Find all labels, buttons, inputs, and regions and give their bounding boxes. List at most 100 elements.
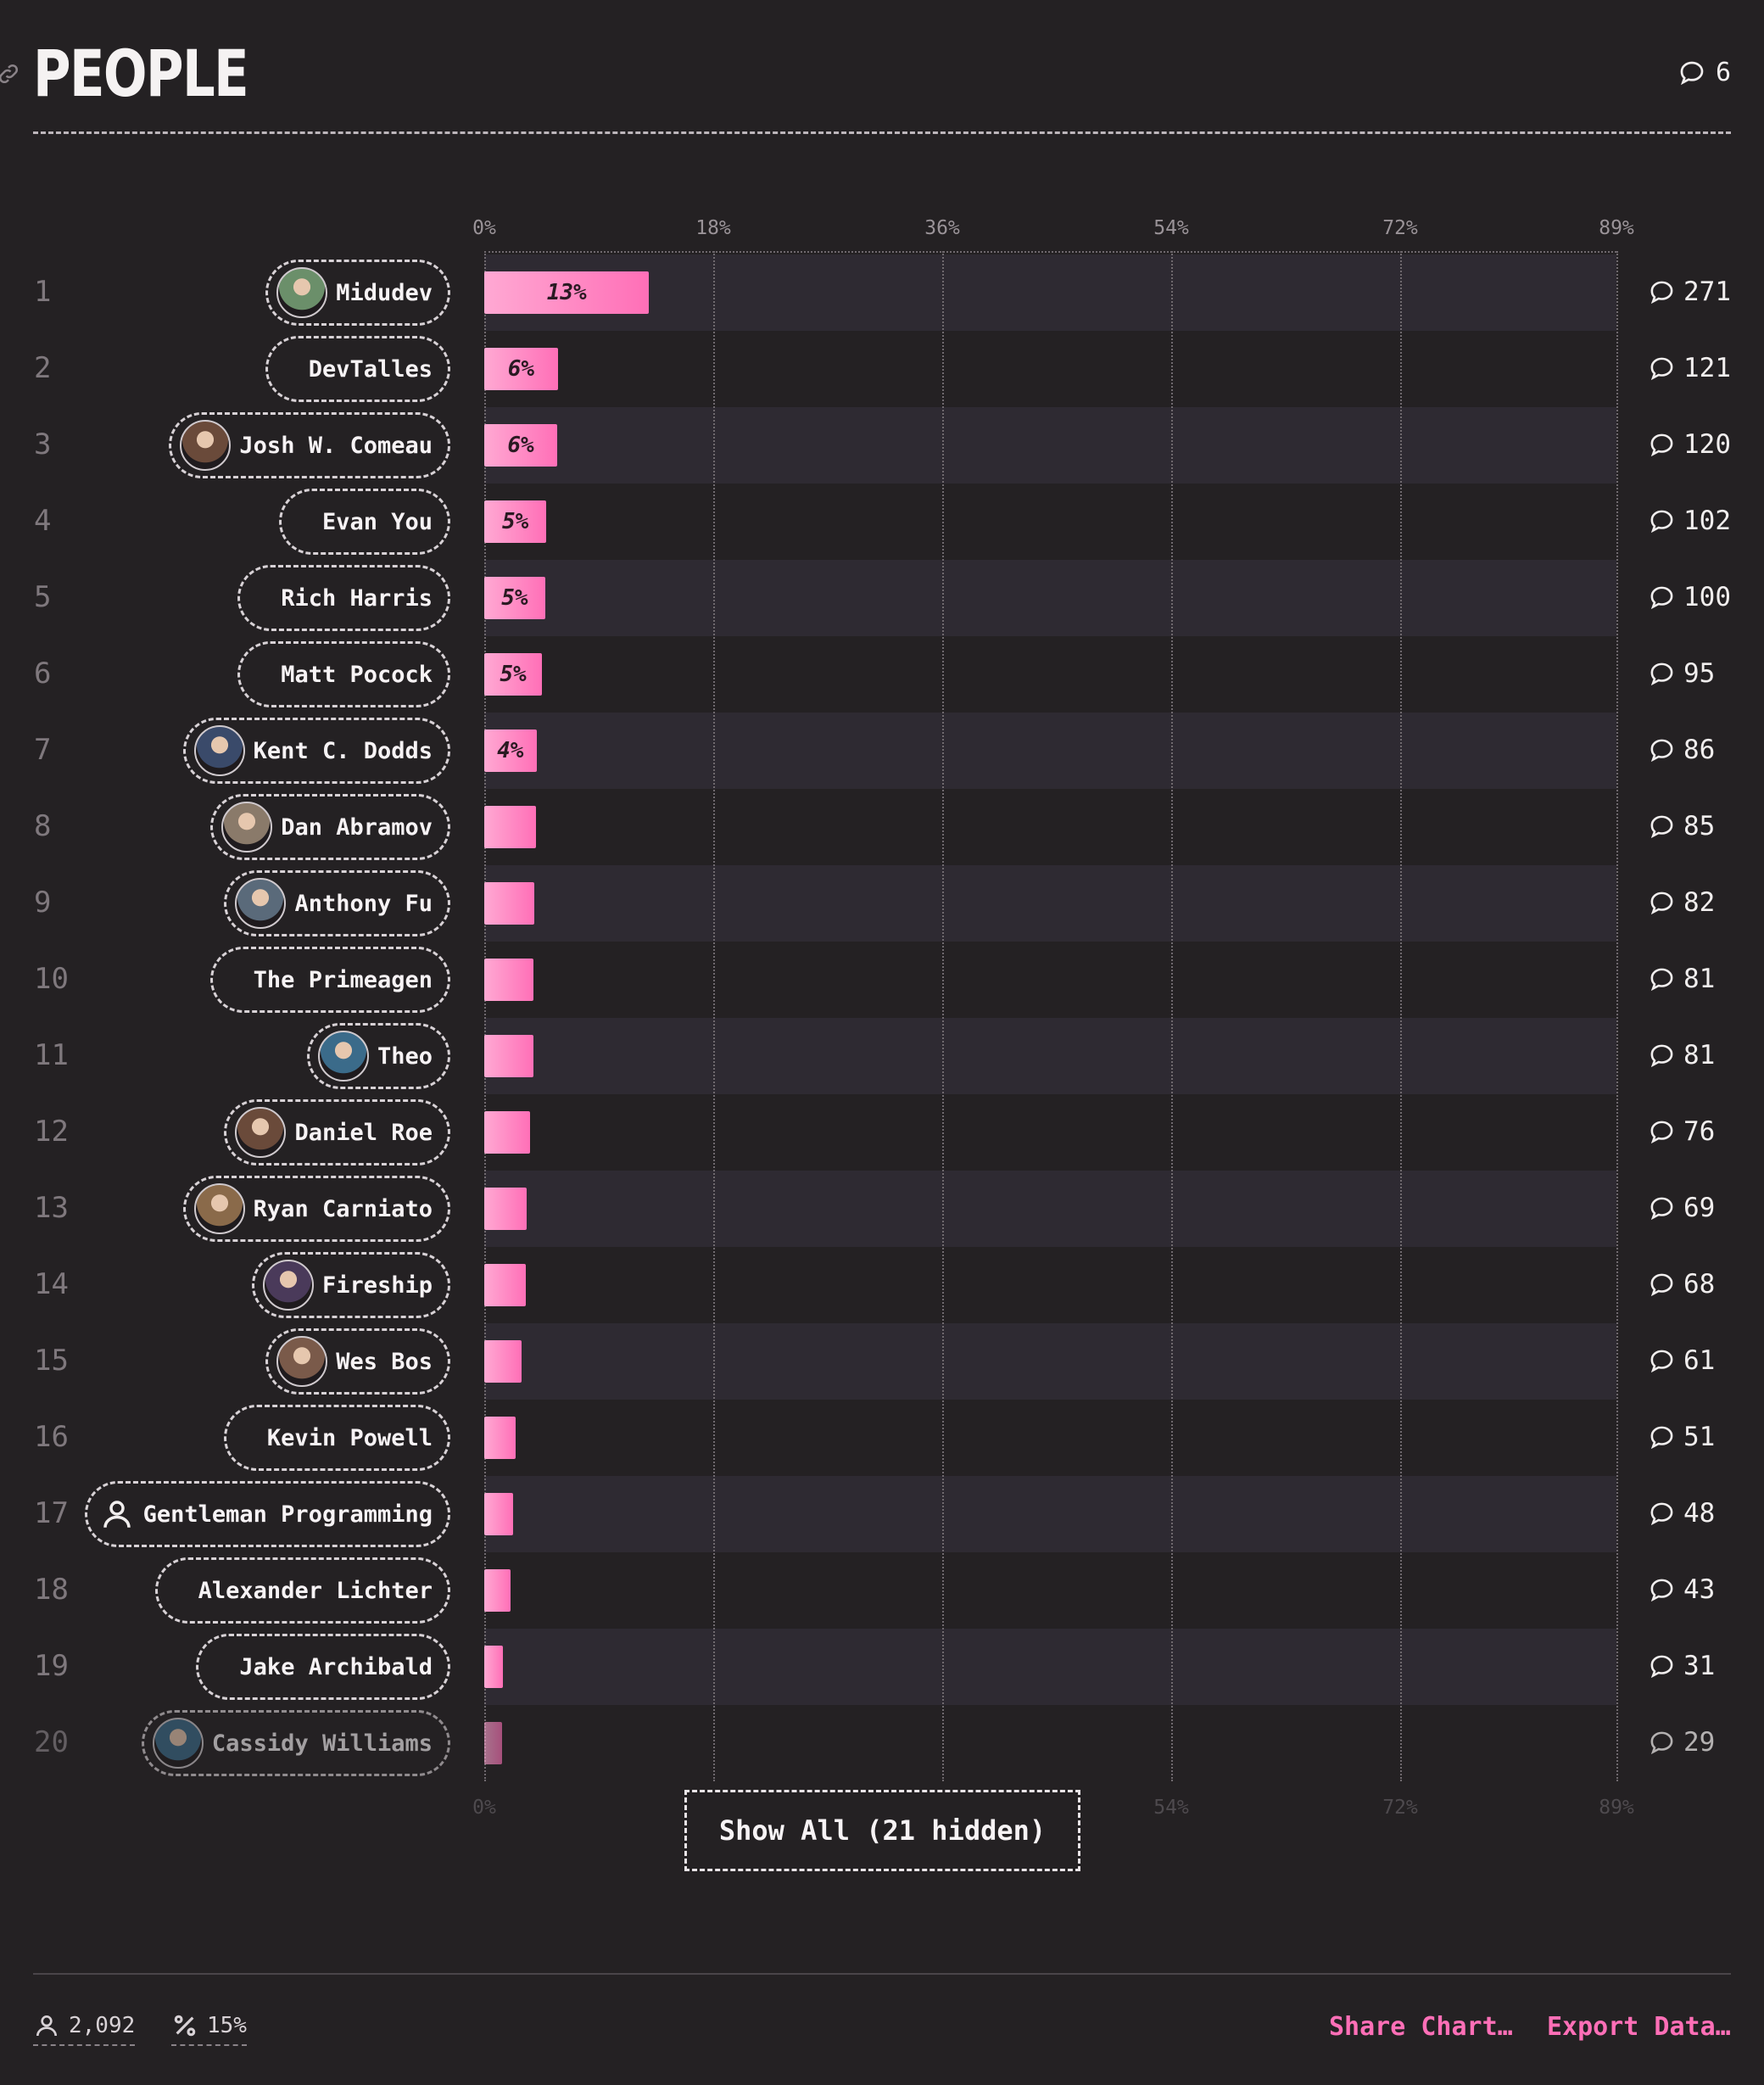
person-pill[interactable]: Josh W. Comeau <box>169 412 450 478</box>
bar[interactable]: 5% <box>484 500 547 543</box>
comment-icon <box>1650 510 1673 533</box>
row-band <box>484 1400 1616 1476</box>
bar[interactable]: 5% <box>484 577 545 619</box>
percentage-stat[interactable]: 15% <box>171 2012 247 2046</box>
rank-number: 19 <box>34 1649 69 1683</box>
bar[interactable] <box>484 1264 526 1306</box>
bar-value-label: 4% <box>497 738 524 763</box>
bar[interactable] <box>484 1188 527 1230</box>
comment-icon <box>1650 357 1673 380</box>
person-pill[interactable]: Anthony Fu <box>224 870 450 936</box>
comment-icon <box>1680 61 1704 85</box>
person-pill[interactable]: The Primeagen <box>209 947 450 1013</box>
rank-number: 4 <box>34 504 52 538</box>
bar[interactable] <box>484 1340 522 1383</box>
count-value: 81 <box>1683 964 1716 994</box>
person-pill[interactable]: Matt Pocock <box>237 641 450 707</box>
header: PEOPLE 6 <box>0 34 1731 134</box>
bar[interactable] <box>484 1722 502 1764</box>
person-pill[interactable]: Fireship <box>251 1252 450 1318</box>
row-comment-count[interactable]: 271 <box>1649 277 1731 307</box>
count-value: 68 <box>1683 1269 1716 1300</box>
person-name: Anthony Fu <box>294 890 433 917</box>
person-pill[interactable]: Jake Archibald <box>196 1634 450 1700</box>
person-pill[interactable]: Kent C. Dodds <box>182 718 450 784</box>
person-pill[interactable]: Evan You <box>278 489 450 555</box>
row-band <box>484 254 1616 331</box>
person-name: Ryan Carniato <box>253 1195 433 1222</box>
comment-icon <box>1650 1502 1673 1525</box>
person-pill[interactable]: Rich Harris <box>237 565 450 631</box>
bar[interactable] <box>484 806 536 848</box>
bar[interactable] <box>484 1646 504 1688</box>
rank-number: 2 <box>34 351 52 385</box>
percent-icon <box>174 2015 196 2037</box>
row-comment-count[interactable]: 48 <box>1649 1498 1715 1529</box>
person-pill[interactable]: Daniel Roe <box>224 1099 450 1165</box>
bar[interactable]: 4% <box>484 729 537 772</box>
bar[interactable] <box>484 1111 531 1154</box>
person-pill[interactable]: Theo <box>306 1023 450 1089</box>
person-pill[interactable]: Kevin Powell <box>223 1405 450 1471</box>
row-comment-count[interactable]: 69 <box>1649 1193 1715 1223</box>
tick-label: 89% <box>1599 217 1634 239</box>
bar[interactable] <box>484 1569 511 1612</box>
avatar <box>317 1031 369 1082</box>
person-pill[interactable]: Dan Abramov <box>210 794 450 860</box>
bar[interactable] <box>484 1493 514 1535</box>
person-pill[interactable]: Midudev <box>265 260 450 326</box>
count-value: 120 <box>1683 429 1731 460</box>
avatar <box>262 1260 314 1311</box>
row-comment-count[interactable]: 68 <box>1649 1269 1715 1300</box>
row-comment-count[interactable]: 86 <box>1649 735 1715 765</box>
footer-divider <box>33 1973 1731 1975</box>
respondents-stat[interactable]: 2,092 <box>33 2012 136 2046</box>
row-comment-count[interactable]: 51 <box>1649 1422 1715 1452</box>
row-comment-count[interactable]: 121 <box>1649 353 1731 383</box>
link-icon[interactable] <box>0 61 21 87</box>
person-pill[interactable]: Cassidy Williams <box>141 1710 450 1776</box>
row-comment-count[interactable]: 31 <box>1649 1651 1715 1681</box>
avatar <box>235 1107 287 1158</box>
bar[interactable] <box>484 1035 534 1077</box>
bar[interactable] <box>484 959 534 1001</box>
gridline <box>1171 251 1173 1781</box>
share-chart-link[interactable]: Share Chart… <box>1329 2012 1513 2042</box>
comment-icon <box>1650 815 1673 838</box>
row-comment-count[interactable]: 82 <box>1649 887 1715 918</box>
row-comment-count[interactable]: 81 <box>1649 964 1715 994</box>
row-band <box>484 713 1616 789</box>
row-comment-count[interactable]: 43 <box>1649 1574 1715 1605</box>
person-pill[interactable]: Alexander Lichter <box>154 1557 450 1624</box>
row-comment-count[interactable]: 76 <box>1649 1116 1715 1147</box>
row-comment-count[interactable]: 102 <box>1649 506 1731 536</box>
show-all-button[interactable]: Show All (21 hidden) <box>684 1790 1080 1871</box>
person-pill[interactable]: DevTalles <box>265 336 450 402</box>
row-band <box>484 331 1616 407</box>
row-comment-count[interactable]: 81 <box>1649 1040 1715 1070</box>
bar[interactable]: 13% <box>484 271 650 314</box>
tick-label: 72% <box>1382 1797 1418 1819</box>
bar[interactable] <box>484 882 534 925</box>
rank-number: 13 <box>34 1191 69 1225</box>
comments-button[interactable]: 6 <box>1678 58 1731 87</box>
bar[interactable]: 6% <box>484 424 558 467</box>
person-name: Jake Archibald <box>239 1653 433 1680</box>
row-comment-count[interactable]: 61 <box>1649 1345 1715 1376</box>
row-comment-count[interactable]: 100 <box>1649 582 1731 612</box>
bar[interactable]: 6% <box>484 348 558 390</box>
person-pill[interactable]: Gentleman Programming <box>84 1481 450 1547</box>
row-comment-count[interactable]: 120 <box>1649 429 1731 460</box>
rank-number: 11 <box>34 1038 69 1072</box>
bar[interactable]: 5% <box>484 653 543 696</box>
person-pill[interactable]: Ryan Carniato <box>182 1176 450 1242</box>
rank-number: 10 <box>34 962 69 996</box>
row-comment-count[interactable]: 95 <box>1649 658 1715 689</box>
count-value: 82 <box>1683 887 1716 918</box>
export-data-link[interactable]: Export Data… <box>1547 2012 1731 2042</box>
person-pill[interactable]: Wes Bos <box>265 1328 450 1395</box>
tick-label: 54% <box>1153 1797 1189 1819</box>
row-comment-count[interactable]: 29 <box>1649 1727 1715 1758</box>
row-comment-count[interactable]: 85 <box>1649 811 1715 841</box>
bar[interactable] <box>484 1417 516 1459</box>
